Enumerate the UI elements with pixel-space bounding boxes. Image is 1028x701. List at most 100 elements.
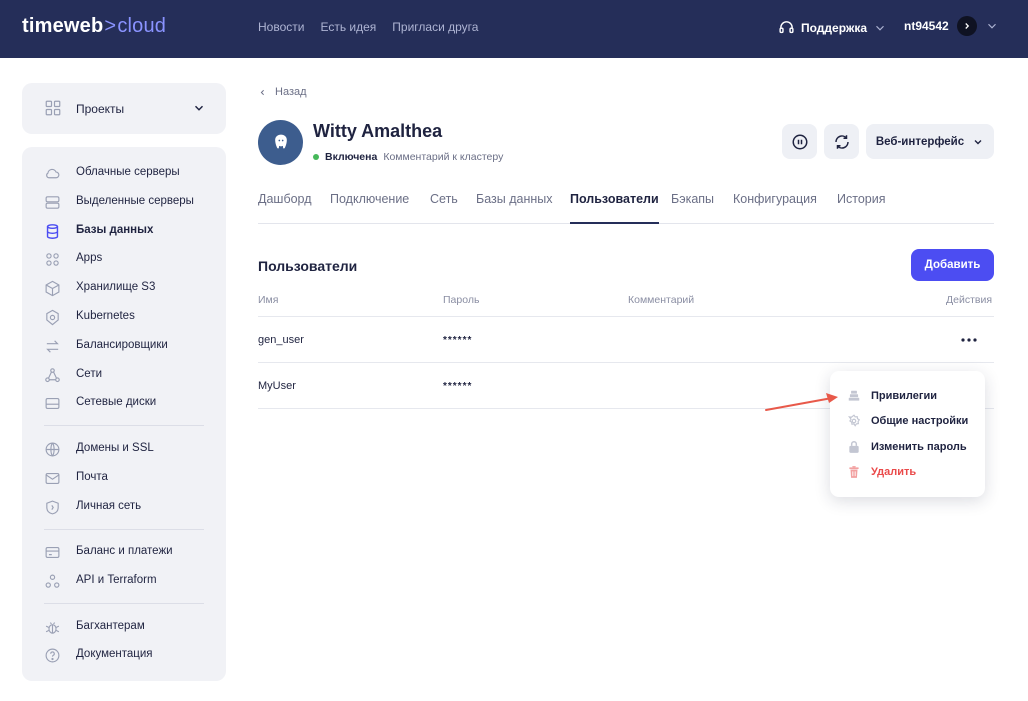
disk-icon [45,397,60,410]
sidebar-item-label: Багхантерам [76,620,145,632]
logo-separator: > [104,15,117,37]
help-icon [45,648,60,663]
sidebar-item-label: Базы данных [76,224,154,236]
globe-icon [45,442,60,457]
api-icon [45,574,60,588]
sidebar-item-networks[interactable]: Сети [22,364,226,386]
sidebar-item-label: Домены и SSL [76,442,154,454]
tab-bar: Дашборд Подключение Сеть Базы данных Пол… [258,192,994,224]
tab-network[interactable]: Сеть [430,192,458,224]
postgresql-icon [274,134,287,149]
tab-dashboard[interactable]: Дашборд [258,192,312,224]
database-icon [46,224,59,239]
nav-news-link[interactable]: Новости [258,20,304,34]
web-interface-button[interactable]: Веб-интерфейс [866,124,994,159]
sidebar-item-label: Хранилище S3 [76,281,156,293]
menu-item-delete[interactable]: Удалить [830,461,985,483]
row-actions-button[interactable] [958,330,980,350]
table-row: gen_user ****** [258,316,994,362]
sidebar-item-cloud-servers[interactable]: Облачные серверы [22,162,226,184]
privileges-icon [848,390,860,401]
username: nt94542 [904,19,949,33]
back-link[interactable]: Назад [258,86,307,98]
sidebar-item-dedicated-servers[interactable]: Выделенные серверы [22,191,226,213]
nav-invite-link[interactable]: Пригласи друга [392,20,478,34]
sidebar-item-private-network[interactable]: Личная сеть [22,496,226,518]
sidebar-item-network-disks[interactable]: Сетевые диски [22,392,226,414]
cluster-status: Включена Комментарий к кластеру [313,151,503,163]
sidebar-item-apps[interactable]: Apps [22,248,226,270]
server-icon [45,196,60,209]
user-arrow-button[interactable] [956,16,977,36]
pause-button[interactable] [782,124,817,159]
sidebar-item-domains[interactable]: Домены и SSL [22,438,226,460]
tab-users[interactable]: Пользователи [570,192,659,224]
chevron-right-icon [965,23,969,29]
menu-item-label: Общие настройки [871,415,969,427]
chevron-down-icon [194,105,204,111]
user-name: MyUser [258,380,296,392]
nav-idea-link[interactable]: Есть идея [320,20,376,34]
card-icon [45,546,60,559]
restart-button[interactable] [824,124,859,159]
sidebar-divider [44,529,204,530]
status-badge: Включена [325,151,378,163]
cluster-avatar [258,120,303,165]
tab-connection[interactable]: Подключение [330,192,409,224]
grid-icon [45,100,61,116]
mail-icon [45,472,60,485]
menu-item-label: Привилегии [871,390,937,402]
menu-item-general-settings[interactable]: Общие настройки [830,410,985,432]
column-header-name: Имя [258,294,279,306]
projects-selector[interactable]: Проекты [22,83,226,134]
refresh-icon [834,134,849,149]
tab-configuration[interactable]: Конфигурация [733,192,817,224]
sidebar-item-balancers[interactable]: Балансировщики [22,335,226,357]
tab-databases[interactable]: Базы данных [476,192,553,224]
user-name: gen_user [258,334,304,346]
sidebar-item-label: Сетевые диски [76,396,157,408]
menu-item-change-password[interactable]: Изменить пароль [830,436,985,458]
sidebar-item-label: Балансировщики [76,339,168,351]
sidebar-item-label: Документация [76,648,153,660]
sidebar-item-billing[interactable]: Баланс и платежи [22,541,226,563]
sidebar-item-api[interactable]: API и Terraform [22,570,226,592]
status-dot [313,154,319,160]
logo[interactable]: timeweb>cloud [22,15,166,38]
user-password: ****** [443,335,473,346]
box-icon [45,280,60,297]
tab-history[interactable]: История [837,192,885,224]
user-menu[interactable]: nt94542 [904,16,999,36]
sidebar-item-label: Облачные серверы [76,166,180,178]
sidebar-item-bughunters[interactable]: Багхантерам [22,616,226,638]
row-actions-menu: Привилегии Общие настройки Изменить паро… [830,371,985,497]
sidebar-menu: Облачные серверы Выделенные серверы Базы… [22,147,226,681]
tab-backups[interactable]: Бэкапы [671,192,714,224]
projects-label: Проекты [76,102,125,116]
kubernetes-icon [46,309,59,326]
sidebar-item-kubernetes[interactable]: Kubernetes [22,306,226,328]
sidebar-item-databases[interactable]: Базы данных [22,220,226,242]
trash-icon [849,466,859,478]
column-header-actions: Действия [946,294,993,306]
sidebar-divider [44,603,204,604]
sidebar-item-mail[interactable]: Почта [22,467,226,489]
sidebar-item-label: Kubernetes [76,310,135,322]
sidebar-item-s3[interactable]: Хранилище S3 [22,277,226,299]
lock-icon [849,441,859,453]
sidebar-item-label: Выделенные серверы [76,195,194,207]
page-title: Witty Amalthea [313,121,443,141]
user-password: ****** [443,381,473,392]
menu-item-privileges[interactable]: Привилегии [830,385,985,407]
chevron-down-icon [974,139,982,144]
sidebar-item-docs[interactable]: Документация [22,644,226,666]
gear-icon [848,414,861,427]
shield-icon [46,500,59,515]
add-user-button[interactable]: Добавить [911,249,994,281]
top-nav: Новости Есть идея Пригласи друга [258,20,478,34]
support-menu[interactable]: Поддержка [778,19,887,36]
cluster-comment-link[interactable]: Комментарий к кластеру [383,151,503,163]
chevron-down-icon [876,25,884,31]
section-title: Пользователи [258,258,358,274]
apps-icon [46,253,59,266]
